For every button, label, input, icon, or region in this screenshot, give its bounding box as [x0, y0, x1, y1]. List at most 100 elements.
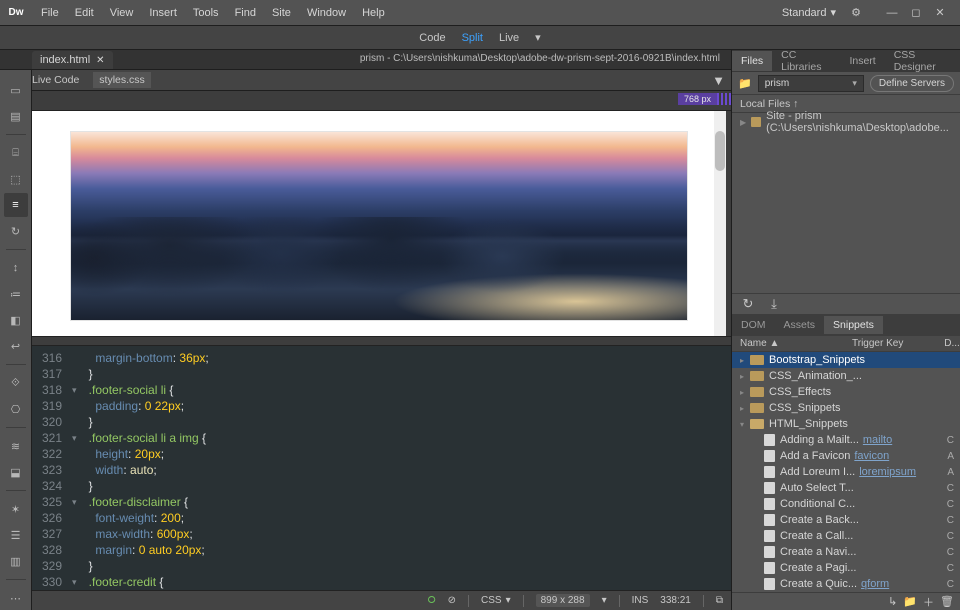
footer-delete-icon[interactable]: 🗑: [940, 595, 954, 608]
tool-lint2[interactable]: ⎔: [4, 397, 28, 421]
code-line[interactable]: 322 height: 20px;: [32, 446, 731, 462]
code-line[interactable]: 318▾ .footer-social li {: [32, 382, 731, 398]
menu-window[interactable]: Window: [300, 3, 353, 23]
tab-snippets[interactable]: Snippets: [824, 316, 883, 334]
code-line[interactable]: 329 }: [32, 558, 731, 574]
ruler-breakpoint[interactable]: 768 px: [678, 93, 717, 105]
code-line[interactable]: 319 padding: 0 22px;: [32, 398, 731, 414]
tool-a[interactable]: ≋: [4, 434, 28, 458]
footer-insert-icon[interactable]: ↳: [888, 595, 897, 608]
site-root[interactable]: ▶ Site - prism (C:\Users\nishkuma\Deskto…: [732, 113, 960, 131]
tool-file-manage[interactable]: ▤: [4, 104, 28, 128]
code-line[interactable]: 327 max-width: 600px;: [32, 526, 731, 542]
snippet-folder[interactable]: ▸Bootstrap_Snippets: [732, 352, 960, 368]
snippet-folder[interactable]: ▸CSS_Animation_...: [732, 368, 960, 384]
live-options-dropdown[interactable]: ▾: [535, 31, 541, 44]
snippets-header[interactable]: Name ▲ Trigger Key D...: [732, 335, 960, 352]
menu-tools[interactable]: Tools: [186, 3, 226, 23]
snippet-item[interactable]: Create a Back...C: [732, 512, 960, 528]
related-Live-Code[interactable]: Live Code: [32, 74, 79, 86]
mode-live[interactable]: Live: [499, 32, 519, 44]
code-line[interactable]: 328 margin: 0 auto 20px;: [32, 542, 731, 558]
menu-find[interactable]: Find: [228, 3, 263, 23]
code-line[interactable]: 325▾ .footer-disclaimer {: [32, 494, 731, 510]
tool-format[interactable]: ≔: [4, 282, 28, 306]
scrollbar[interactable]: [714, 111, 726, 336]
viewport-size[interactable]: 899 x 288: [536, 594, 590, 607]
document-tab[interactable]: index.html ✕: [32, 51, 113, 69]
code-line[interactable]: 317 }: [32, 366, 731, 382]
snippet-item[interactable]: Create a Pagi...C: [732, 560, 960, 576]
snippet-item[interactable]: Create a Call...C: [732, 528, 960, 544]
menu-help[interactable]: Help: [355, 3, 392, 23]
footer-new-folder-icon[interactable]: 📁: [903, 595, 917, 608]
close-icon[interactable]: ✕: [932, 5, 948, 21]
live-view[interactable]: [32, 111, 731, 336]
upload-icon[interactable]: ⤓: [766, 296, 782, 312]
code-line[interactable]: 326 font-weight: 200;: [32, 510, 731, 526]
snippet-folder[interactable]: ▸CSS_Snippets: [732, 400, 960, 416]
tool-live-view[interactable]: ⬚: [4, 167, 28, 191]
code-line[interactable]: 330▾ .footer-credit {: [32, 574, 731, 590]
tab-insert[interactable]: Insert: [840, 51, 884, 71]
snippet-item[interactable]: Adding a Mailt...mailtoC: [732, 432, 960, 448]
snippet-item[interactable]: Create a Navi...C: [732, 544, 960, 560]
snippet-item[interactable]: Create a Quic...qformC: [732, 576, 960, 592]
filter-icon[interactable]: ▼: [712, 73, 725, 88]
mode-code[interactable]: Code: [419, 32, 445, 44]
tool-b[interactable]: ⬓: [4, 460, 28, 484]
tool-lint1[interactable]: ⟐: [4, 371, 28, 395]
sync-icon[interactable]: ⚙: [848, 5, 864, 21]
define-servers-button[interactable]: Define Servers: [870, 75, 954, 92]
code-line[interactable]: 316 margin-bottom: 36px;: [32, 350, 731, 366]
snippet-item[interactable]: Conditional C...C: [732, 496, 960, 512]
menu-file[interactable]: File: [34, 3, 66, 23]
close-tab-icon[interactable]: ✕: [96, 55, 104, 66]
tool-open[interactable]: ⌸: [4, 141, 28, 165]
tab-files[interactable]: Files: [732, 51, 772, 71]
code-editor[interactable]: 316 margin-bottom: 36px;317 }318▾ .foote…: [32, 346, 731, 590]
snippet-item[interactable]: Add a FaviconfaviconA: [732, 448, 960, 464]
tab-assets[interactable]: Assets: [775, 316, 825, 334]
pane-splitter[interactable]: [32, 336, 731, 346]
menu-site[interactable]: Site: [265, 3, 298, 23]
snippet-folder[interactable]: ▾HTML_Snippets: [732, 416, 960, 432]
menu-insert[interactable]: Insert: [142, 3, 184, 23]
site-dropdown[interactable]: prism: [758, 75, 864, 92]
tool-e[interactable]: ▥: [4, 549, 28, 573]
code-line[interactable]: 324 }: [32, 478, 731, 494]
menu-view[interactable]: View: [103, 3, 141, 23]
minimize-icon[interactable]: —: [884, 5, 900, 21]
footer-new-icon[interactable]: ＋: [923, 594, 934, 610]
ruler[interactable]: 768 px: [32, 91, 731, 111]
refresh-panel-icon[interactable]: ↻: [740, 296, 756, 312]
insert-mode[interactable]: INS: [632, 595, 649, 606]
document-area: 768 px 316 margin-bottom: 36px;317 }318▾…: [32, 91, 731, 590]
tool-refresh[interactable]: ↻: [4, 219, 28, 243]
maximize-icon[interactable]: ◻: [908, 5, 924, 21]
tool-c[interactable]: ✶: [4, 497, 28, 521]
snippet-folder[interactable]: ▸CSS_Effects: [732, 384, 960, 400]
snippet-item[interactable]: Auto Select T...C: [732, 480, 960, 496]
status-error-icon[interactable]: ⊘: [448, 595, 456, 606]
tool-collapse[interactable]: ↕: [4, 256, 28, 280]
workspace-switcher[interactable]: Standard ▾: [782, 6, 836, 19]
tool-comment[interactable]: ◧: [4, 308, 28, 332]
tool-inspect[interactable]: ≡: [4, 193, 28, 217]
mode-split[interactable]: Split: [462, 32, 483, 44]
tab-dom[interactable]: DOM: [732, 316, 775, 334]
left-toolbar: ▭ ▤ ⌸ ⬚ ≡ ↻ ↕ ≔ ◧ ↩ ⟐ ⎔ ≋ ⬓ ✶ ☰ ▥ ⋯: [0, 70, 32, 610]
tool-more[interactable]: ⋯: [4, 586, 28, 610]
preview-icon[interactable]: ⧉: [716, 595, 723, 606]
related-styles-css[interactable]: styles.css: [93, 72, 151, 88]
tool-wrap[interactable]: ↩: [4, 334, 28, 358]
code-line[interactable]: 320 }: [32, 414, 731, 430]
tool-reveal[interactable]: ▭: [4, 78, 28, 102]
code-line[interactable]: 321▾ .footer-social li a img {: [32, 430, 731, 446]
menu-edit[interactable]: Edit: [68, 3, 101, 23]
css-indicator[interactable]: CSS ▾: [481, 595, 511, 606]
code-line[interactable]: 323 width: auto;: [32, 462, 731, 478]
snippet-item[interactable]: Add Loreum I...loremipsumA: [732, 464, 960, 480]
status-ok-icon[interactable]: ⭘: [428, 595, 436, 606]
tool-d[interactable]: ☰: [4, 523, 28, 547]
